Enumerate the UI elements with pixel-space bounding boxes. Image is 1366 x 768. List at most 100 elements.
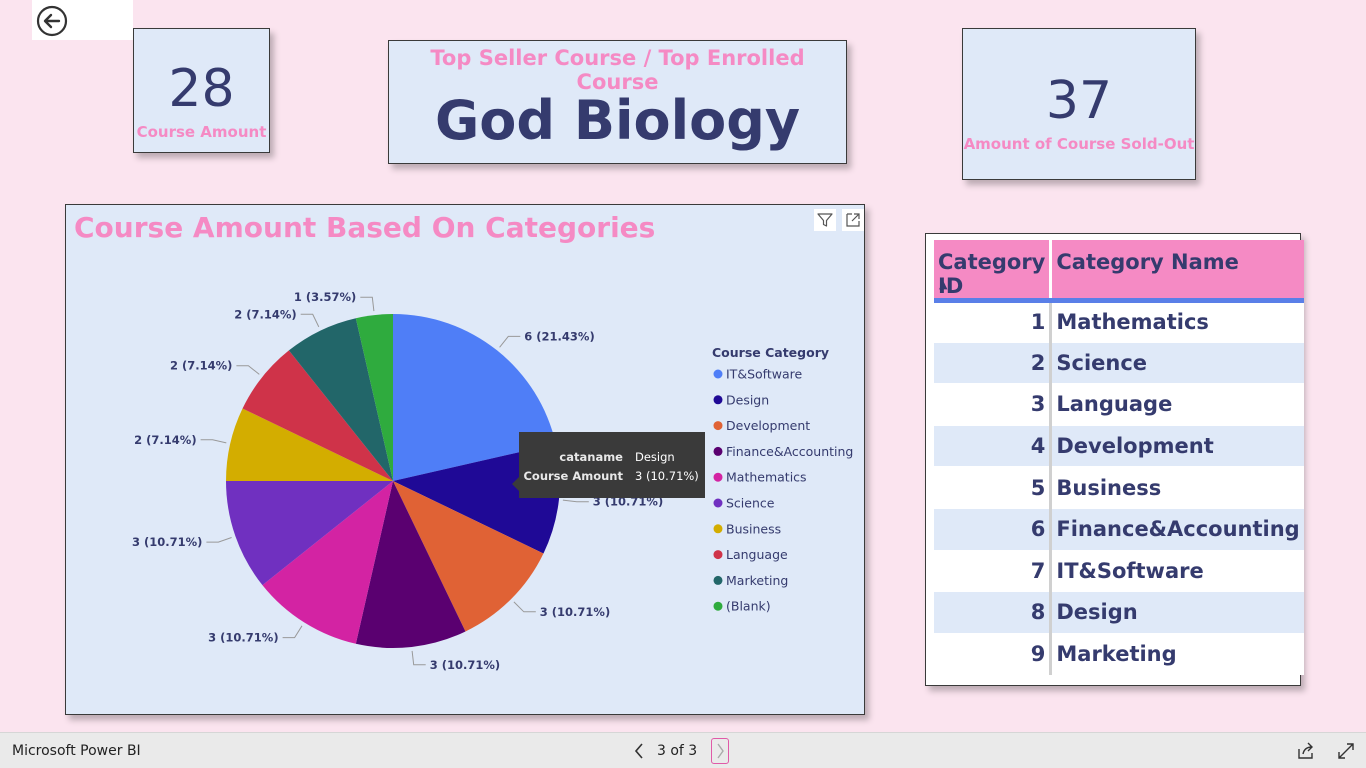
fullscreen-button[interactable] xyxy=(1336,741,1356,761)
leader-line xyxy=(236,365,260,375)
legend-marker xyxy=(713,601,723,611)
data-label: 3 (10.71%) xyxy=(430,658,500,672)
pie-chart-card[interactable]: Course Amount Based On Categories 6 (21.… xyxy=(65,204,865,715)
cell-category-id: 2 xyxy=(934,342,1053,385)
share-button[interactable] xyxy=(1296,741,1316,761)
chevron-right-icon xyxy=(717,743,725,759)
leader-line xyxy=(513,601,536,613)
cell-category-name: Business xyxy=(1050,466,1304,509)
course-amount-card: 28 Course Amount xyxy=(133,28,270,153)
sort-ascending-icon[interactable]: ▲ xyxy=(939,278,947,291)
cell-category-name: Mathematics xyxy=(1050,300,1304,343)
sold-out-card: 37 Amount of Course Sold-Out xyxy=(962,28,1196,180)
cell-category-name: IT&Software xyxy=(1050,550,1304,593)
table-row[interactable]: 4 Development xyxy=(934,425,1304,468)
cell-category-id: 1 xyxy=(934,300,1053,343)
legend-item-marketing[interactable]: Marketing xyxy=(726,573,788,588)
leader-line xyxy=(282,625,303,639)
cell-category-name: Language xyxy=(1050,383,1304,426)
top-course-card: Top Seller Course / Top Enrolled Course … xyxy=(388,40,847,164)
leader-line xyxy=(206,537,232,543)
tooltip-key-1: cataname xyxy=(559,450,623,464)
legend-marker xyxy=(713,395,723,405)
column-header-label: Category Name xyxy=(1056,250,1239,274)
table-row[interactable]: 8 Design xyxy=(934,591,1304,634)
legend-title: Course Category xyxy=(712,345,829,360)
data-label: 2 (7.14%) xyxy=(134,433,196,447)
cell-category-name: Development xyxy=(1050,425,1304,468)
table-row[interactable]: 5 Business xyxy=(934,466,1304,509)
pie-chart[interactable]: 6 (21.43%) 3 (10.71%) 3 (10.71%) 3 (10.71%)… xyxy=(66,205,864,714)
status-bar: Microsoft Power BI 3 of 3 xyxy=(0,732,1366,768)
cell-category-id: 8 xyxy=(934,591,1053,634)
cell-category-name: Marketing xyxy=(1050,633,1304,676)
legend-item-language[interactable]: Language xyxy=(726,547,788,562)
table-row[interactable]: 2 Science xyxy=(934,342,1304,385)
table-row[interactable]: 1 Mathematics xyxy=(934,300,1304,343)
tooltip-key-2: Course Amount xyxy=(523,469,623,483)
legend-item-science[interactable]: Science xyxy=(726,496,775,511)
data-label: 3 (10.71%) xyxy=(208,631,278,645)
sold-out-value: 37 xyxy=(1045,71,1113,131)
legend-item-mathematics[interactable]: Mathematics xyxy=(726,470,807,485)
course-amount-label: Course Amount xyxy=(136,123,267,141)
leader-line xyxy=(499,335,521,348)
legend-marker xyxy=(713,421,723,431)
table-row[interactable]: 7 IT&Software xyxy=(934,550,1304,593)
legend-item-it-software[interactable]: IT&Software xyxy=(726,367,802,382)
back-button-area xyxy=(32,0,133,40)
back-arrow-icon xyxy=(36,5,68,37)
legend-item-blank[interactable]: (Blank) xyxy=(726,599,771,614)
cell-category-name: Finance&Accounting xyxy=(1050,508,1304,551)
column-header-category-name[interactable]: Category Name xyxy=(1050,240,1304,303)
cell-category-id: 3 xyxy=(934,383,1053,426)
leader-line xyxy=(562,499,589,503)
tooltip-val-1: Design xyxy=(635,450,675,464)
top-course-label: Top Seller Course / Top Enrolled Course xyxy=(430,46,805,94)
table-row[interactable]: 9 Marketing xyxy=(934,633,1304,676)
table-row[interactable]: 3 Language xyxy=(934,383,1304,426)
course-amount-value: 28 xyxy=(168,59,235,119)
next-page-button[interactable] xyxy=(711,738,730,764)
cell-category-id: 9 xyxy=(934,633,1053,676)
top-course-value: God Biology xyxy=(434,89,801,152)
legend-marker xyxy=(713,524,723,534)
data-label: 2 (7.14%) xyxy=(170,359,232,373)
brand-label: Microsoft Power BI xyxy=(12,743,141,759)
legend-marker xyxy=(713,550,723,560)
share-icon xyxy=(1298,742,1313,759)
legend-marker xyxy=(713,472,723,482)
leader-line xyxy=(411,650,426,666)
fullscreen-icon xyxy=(1338,743,1354,759)
cell-category-id: 6 xyxy=(934,508,1053,551)
cell-category-id: 7 xyxy=(934,550,1053,593)
chevron-left-icon xyxy=(634,743,643,759)
cell-category-id: 5 xyxy=(934,466,1053,509)
cell-category-name: Science xyxy=(1050,342,1304,385)
tooltip: cataname Design Course Amount 3 (10.71%) xyxy=(512,432,705,498)
category-table-card: Category ID ▲ Category Name 1 Mathematics… xyxy=(925,233,1304,686)
previous-page-button[interactable] xyxy=(627,738,651,764)
legend-item-development[interactable]: Development xyxy=(726,418,810,433)
data-label: 3 (10.71%) xyxy=(132,535,202,549)
legend-marker xyxy=(713,369,723,379)
leader-line xyxy=(200,439,227,444)
data-label: 6 (21.43%) xyxy=(524,329,594,343)
legend-marker xyxy=(713,446,723,456)
legend-item-design[interactable]: Design xyxy=(726,392,769,407)
leader-line xyxy=(360,296,375,312)
back-button[interactable] xyxy=(36,5,68,37)
legend-item-finance-accounting[interactable]: Finance&Accounting xyxy=(726,444,853,459)
tooltip-val-2: 3 (10.71%) xyxy=(635,469,699,483)
legend-marker xyxy=(713,575,723,585)
category-table: Category ID ▲ Category Name 1 Mathematics… xyxy=(934,240,1304,676)
page-indicator: 3 of 3 xyxy=(657,743,698,759)
legend-item-business[interactable]: Business xyxy=(726,521,781,536)
cell-category-id: 4 xyxy=(934,425,1053,468)
legend-marker xyxy=(713,498,723,508)
column-header-label: Category ID xyxy=(938,250,1046,298)
data-label: 3 (10.71%) xyxy=(540,605,610,619)
column-header-category-id[interactable]: Category ID ▲ xyxy=(934,240,1053,303)
table-row[interactable]: 6 Finance&Accounting xyxy=(934,508,1304,551)
leader-line xyxy=(300,313,320,328)
